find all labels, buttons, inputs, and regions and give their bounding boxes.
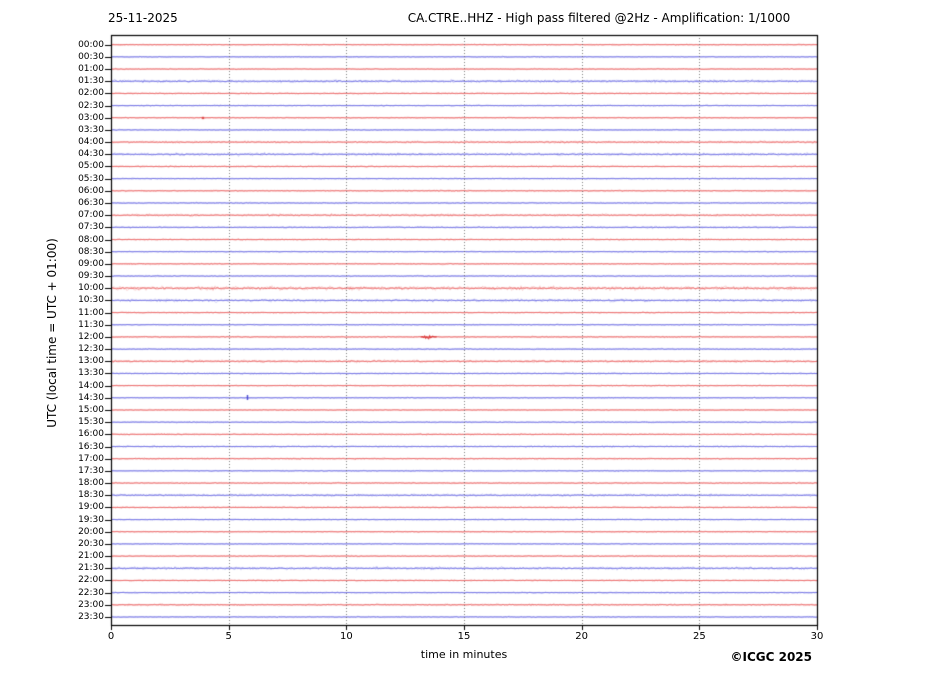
y-tick-label: 18:00 — [78, 478, 104, 489]
chart-title: CA.CTRE..HHZ - High pass filtered @2Hz -… — [407, 11, 791, 25]
x-tick-label: 20 — [575, 631, 589, 642]
y-tick-label: 01:00 — [78, 64, 104, 75]
y-tick-label: 08:30 — [78, 246, 104, 257]
y-tick-label: 07:00 — [78, 210, 104, 221]
y-tick-label: 22:30 — [78, 587, 104, 598]
y-tick-label: 04:00 — [78, 137, 104, 148]
y-tick-label: 04:30 — [78, 149, 104, 160]
x-tick-label: 15 — [457, 631, 471, 642]
y-tick-label: 08:00 — [78, 234, 104, 245]
y-tick-label: 16:00 — [78, 429, 104, 440]
x-tick-label: 0 — [107, 631, 115, 642]
y-tick-label: 13:00 — [78, 356, 104, 367]
y-tick-label: 00:00 — [78, 39, 104, 50]
y-tick-label: 03:30 — [78, 124, 104, 135]
y-tick-label: 05:30 — [78, 173, 104, 184]
helicorder-figure: 25-11-2025 CA.CTRE..HHZ - High pass filt… — [0, 0, 927, 696]
y-tick-label: 01:30 — [78, 76, 104, 87]
y-tick-label: 06:00 — [78, 185, 104, 196]
x-tick-label: 5 — [225, 631, 232, 642]
y-tick-label: 02:30 — [78, 100, 104, 111]
y-tick-label: 21:00 — [78, 551, 104, 562]
y-tick-label: 19:30 — [78, 514, 104, 525]
y-tick-label: 17:00 — [78, 453, 104, 464]
y-tick-label: 09:30 — [78, 271, 104, 282]
y-tick-label: 14:00 — [78, 380, 104, 391]
copyright-label: ©ICGC 2025 — [730, 650, 812, 664]
y-tick-label: 23:30 — [78, 611, 104, 622]
y-tick-label: 19:00 — [78, 502, 104, 513]
x-axis-title: time in minutes — [420, 648, 508, 661]
y-tick-label: 06:30 — [78, 197, 104, 208]
x-tick-label: 25 — [692, 631, 706, 642]
y-tick-label: 18:30 — [78, 490, 104, 501]
y-axis-title: UTC (local time = UTC + 01:00) — [45, 238, 59, 428]
helicorder-plot-canvas — [0, 0, 927, 696]
x-tick-label: 30 — [810, 631, 824, 642]
y-tick-label: 23:00 — [78, 599, 104, 610]
y-tick-label: 14:30 — [78, 392, 104, 403]
y-tick-label: 22:00 — [78, 575, 104, 586]
y-tick-label: 20:00 — [78, 526, 104, 537]
y-tick-label: 05:00 — [78, 161, 104, 172]
y-tick-label: 21:30 — [78, 563, 104, 574]
y-tick-label: 00:30 — [78, 51, 104, 62]
y-tick-label: 12:30 — [78, 344, 104, 355]
y-tick-label: 20:30 — [78, 538, 104, 549]
y-tick-label: 07:30 — [78, 222, 104, 233]
y-tick-label: 02:00 — [78, 88, 104, 99]
y-tick-label: 10:00 — [78, 283, 104, 294]
x-tick-label: 10 — [339, 631, 353, 642]
y-tick-label: 12:00 — [78, 331, 104, 342]
y-tick-label: 11:30 — [78, 319, 104, 330]
y-tick-label: 10:30 — [78, 295, 104, 306]
y-tick-label: 13:30 — [78, 368, 104, 379]
y-tick-label: 15:30 — [78, 417, 104, 428]
y-tick-label: 15:00 — [78, 404, 104, 415]
y-tick-label: 16:30 — [78, 441, 104, 452]
y-tick-label: 09:00 — [78, 258, 104, 269]
y-tick-label: 03:00 — [78, 112, 104, 123]
y-tick-label: 11:00 — [78, 307, 104, 318]
y-tick-label: 17:30 — [78, 465, 104, 476]
date-label: 25-11-2025 — [108, 11, 178, 25]
